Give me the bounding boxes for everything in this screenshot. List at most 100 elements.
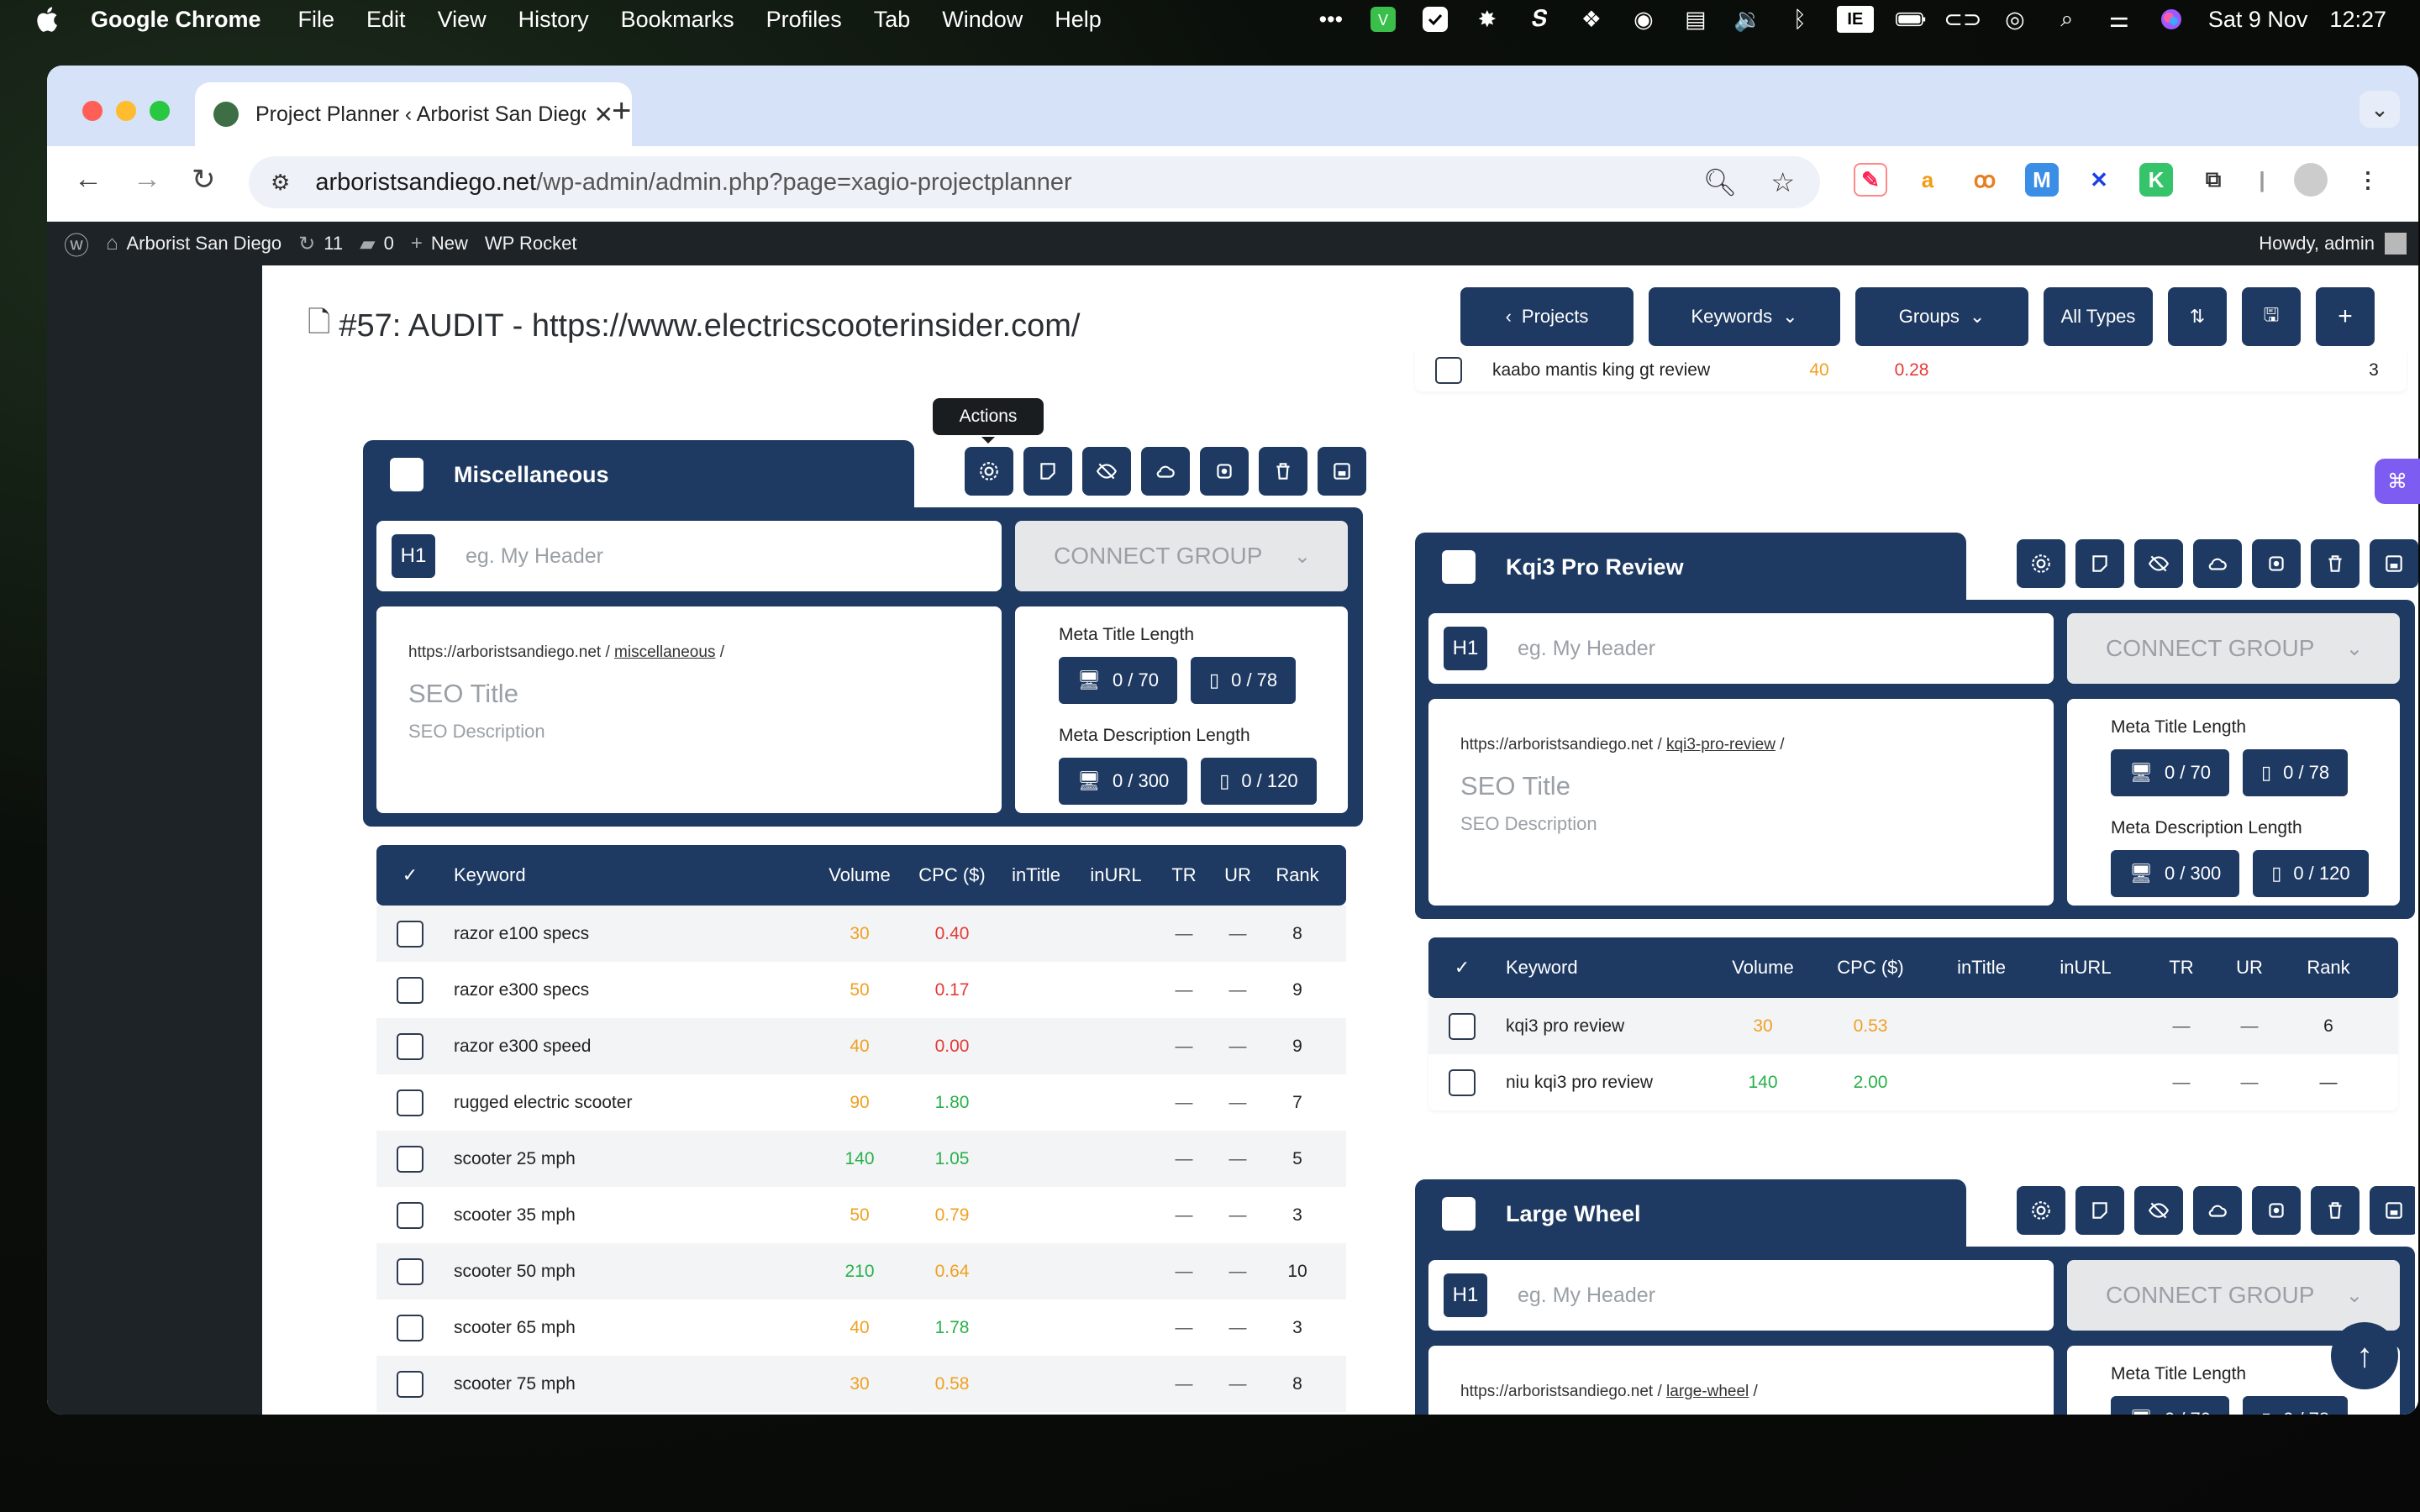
menu-profiles[interactable]: Profiles	[766, 7, 842, 33]
chrome-menu-icon[interactable]: ⋮	[2351, 163, 2385, 197]
table-row[interactable]: scooter 35 mph 50 0.79 — — 3	[376, 1187, 1346, 1243]
check-icon[interactable]	[1420, 6, 1450, 33]
group-audit-button[interactable]	[1200, 447, 1249, 496]
comments-link[interactable]: ▰ 0	[360, 232, 394, 256]
ext-x-icon[interactable]: ✕	[2082, 163, 2116, 197]
row-checkbox[interactable]	[1449, 1068, 1476, 1096]
group-notes-button[interactable]	[1023, 447, 1072, 496]
active-tab[interactable]: Project Planner ‹ Arborist San Diego ✕	[195, 82, 632, 146]
projects-button[interactable]: ‹ Projects	[1460, 287, 1634, 346]
table-row[interactable]: rugged electric scooter 90 1.80 — — 7	[376, 1074, 1346, 1131]
add-group-button[interactable]: +	[2316, 287, 2375, 346]
group-delete-button[interactable]	[2311, 539, 2360, 588]
col-tr[interactable]: TR	[1158, 864, 1210, 886]
select-all-icon[interactable]: ✓	[376, 864, 444, 886]
group-hide-button[interactable]	[2134, 539, 2183, 588]
group-settings-button[interactable]	[2017, 1186, 2065, 1235]
seo-title[interactable]: SEO Title	[1460, 771, 2022, 801]
url-slug[interactable]: miscellaneous	[614, 643, 715, 661]
bluetooth-icon[interactable]: ᛒ	[1785, 6, 1815, 33]
col-tr[interactable]: TR	[2138, 957, 2225, 979]
group-settings-button[interactable]	[965, 447, 1013, 496]
table-row[interactable]: scooter 25 mph 140 1.05 — — 5	[376, 1131, 1346, 1187]
table-row[interactable]: scooter finder500.42——9	[376, 1412, 1346, 1415]
menu-window[interactable]: Window	[942, 7, 1023, 33]
col-inurl[interactable]: inURL	[1074, 864, 1158, 886]
menu-view[interactable]: View	[438, 7, 487, 33]
col-intitle[interactable]: inTitle	[998, 864, 1074, 886]
row-checkbox[interactable]	[397, 1201, 424, 1229]
col-rank[interactable]: Rank	[2274, 957, 2383, 979]
group-settings-button[interactable]	[2017, 539, 2065, 588]
row-checkbox[interactable]	[397, 1370, 424, 1398]
group-select-checkbox[interactable]	[390, 458, 424, 491]
sun-icon[interactable]: ✸	[1472, 6, 1502, 33]
menu-bookmarks[interactable]: Bookmarks	[621, 7, 734, 33]
ext-k-icon[interactable]: K	[2139, 163, 2173, 197]
group-cloud-button[interactable]	[2193, 539, 2242, 588]
group-hide-button[interactable]	[2134, 1186, 2183, 1235]
row-checkbox[interactable]	[1449, 1012, 1476, 1040]
menu-edit[interactable]: Edit	[366, 7, 406, 33]
new-content-link[interactable]: + New	[411, 232, 468, 255]
h1-field[interactable]: H1 eg. My Header	[1428, 613, 2054, 684]
sidebar-icon[interactable]: ▤	[1681, 6, 1711, 33]
col-ur[interactable]: UR	[1210, 864, 1265, 886]
dropbox-icon[interactable]: ❖	[1576, 6, 1607, 33]
table-row[interactable]: razor e300 speed 40 0.00 — — 9	[376, 1018, 1346, 1074]
table-row[interactable]: niu kqi3 pro review 140 2.00 — — —	[1428, 1054, 2398, 1110]
profile-avatar[interactable]	[2294, 163, 2328, 197]
user-icon[interactable]: ◎	[2000, 6, 2030, 33]
ext-seo-icon[interactable]: ꝏ	[1968, 163, 2002, 197]
save-project-button[interactable]: 🖫	[2242, 287, 2301, 346]
col-ur[interactable]: UR	[2225, 957, 2274, 979]
url-field[interactable]: ⚙ arboristsandiego.net/wp-admin/admin.ph…	[249, 156, 1820, 208]
siri-icon[interactable]	[2156, 6, 2186, 33]
table-row[interactable]: scooter 50 mph 210 0.64 — — 10	[376, 1243, 1346, 1299]
url-slug[interactable]: kqi3-pro-review	[1666, 736, 1776, 753]
url-slug[interactable]: large-wheel	[1666, 1383, 1749, 1400]
search-icon[interactable]: ⌕	[2052, 6, 2082, 33]
sync-icon[interactable]: ◉	[1628, 6, 1659, 33]
wp-rocket-link[interactable]: WP Rocket	[485, 233, 577, 255]
battery-icon[interactable]	[1895, 6, 1926, 33]
seo-description[interactable]: SEO Description	[408, 721, 970, 743]
connect-group-dropdown[interactable]: CONNECT GROUP ⌄	[1015, 521, 1348, 591]
new-tab-button[interactable]: +	[612, 94, 631, 128]
ext-a-icon[interactable]: a	[1911, 163, 1944, 197]
apple-icon[interactable]	[34, 5, 59, 34]
ext-m-icon[interactable]: M	[2025, 163, 2059, 197]
row-checkbox[interactable]	[397, 1257, 424, 1285]
bookmark-star-icon[interactable]: ☆	[1770, 166, 1795, 198]
row-checkbox[interactable]	[397, 1314, 424, 1341]
group-name[interactable]: Kqi3 Pro Review	[1506, 554, 1684, 580]
site-name-link[interactable]: ⌂ Arborist San Diego	[106, 232, 281, 255]
account-menu[interactable]: Howdy, admin	[2259, 233, 2407, 255]
group-name[interactable]: Miscellaneous	[454, 462, 609, 488]
group-audit-button[interactable]	[2252, 539, 2301, 588]
ext-pen-icon[interactable]: ✎	[1854, 163, 1887, 197]
menu-tab[interactable]: Tab	[874, 7, 911, 33]
reload-icon[interactable]: ↻	[192, 163, 216, 197]
group-name[interactable]: Large Wheel	[1506, 1201, 1641, 1227]
row-checkbox[interactable]	[397, 1032, 424, 1060]
back-icon[interactable]: ←	[74, 163, 103, 196]
updates-link[interactable]: ↻ 11	[298, 232, 343, 256]
col-keyword[interactable]: Keyword	[1496, 957, 1714, 979]
row-checkbox[interactable]	[397, 976, 424, 1004]
app-menu[interactable]: Google Chrome	[91, 7, 261, 33]
group-cloud-button[interactable]	[2193, 1186, 2242, 1235]
tab-search-button[interactable]: ⌄	[2360, 91, 2400, 128]
col-volume[interactable]: Volume	[1714, 957, 1812, 979]
row-checkbox[interactable]	[1435, 357, 1462, 384]
group-audit-button[interactable]	[2252, 1186, 2301, 1235]
h1-field[interactable]: H1 eg. My Header	[376, 521, 1002, 591]
group-save-button[interactable]	[1318, 447, 1366, 496]
close-window-button[interactable]	[82, 101, 103, 121]
dots-icon[interactable]: •••	[1316, 6, 1346, 33]
group-notes-button[interactable]	[2075, 539, 2124, 588]
h1-field[interactable]: H1 eg. My Header	[1428, 1260, 2054, 1331]
fingerprint-icon[interactable]: ⌘	[2375, 459, 2420, 504]
table-row[interactable]: scooter 65 mph 40 1.78 — — 3	[376, 1299, 1346, 1356]
col-volume[interactable]: Volume	[813, 864, 906, 886]
